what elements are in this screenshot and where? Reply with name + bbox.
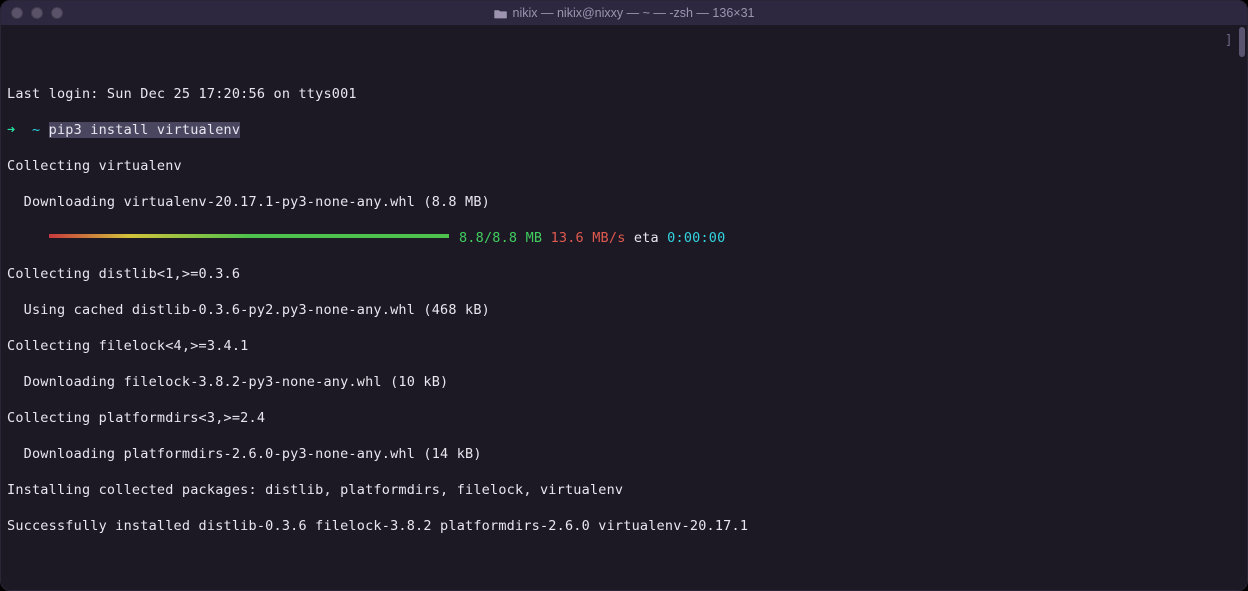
prompt-line-1: ➜ ~ pip3 install virtualenv <box>7 121 1241 139</box>
output-line: Downloading virtualenv-20.17.1-py3-none-… <box>7 193 1241 211</box>
progress-line: 8.8/8.8 MB 13.6 MB/s eta 0:00:00 <box>7 229 1241 247</box>
prompt-cwd: ~ <box>32 122 40 138</box>
output-line: Successfully installed distlib-0.3.6 fil… <box>7 517 1241 535</box>
folder-icon <box>494 8 507 18</box>
output-line: Downloading filelock-3.8.2-py3-none-any.… <box>7 373 1241 391</box>
progress-eta-label: eta <box>634 230 659 246</box>
output-line: Collecting distlib<1,>=0.3.6 <box>7 265 1241 283</box>
progress-bytes: 8.8/8.8 MB <box>459 230 542 246</box>
output-line: Using cached distlib-0.3.6-py2.py3-none-… <box>7 301 1241 319</box>
last-login-line: Last login: Sun Dec 25 17:20:56 on ttys0… <box>7 85 1241 103</box>
output-line: Downloading platformdirs-2.6.0-py3-none-… <box>7 445 1241 463</box>
scrollbar-thumb[interactable] <box>1239 27 1245 57</box>
output-line: Collecting virtualenv <box>7 157 1241 175</box>
window-title: nikix — nikix@nixxy — ~ — -zsh — 136×31 <box>1 4 1247 22</box>
progress-speed: 13.6 MB/s <box>551 230 626 246</box>
terminal-body[interactable]: ] Last login: Sun Dec 25 17:20:56 on tty… <box>1 25 1247 590</box>
prompt-arrow-icon: ➜ <box>7 122 15 138</box>
notice-line-1: [notice] A new release of pip available:… <box>7 589 1241 590</box>
progress-eta: 0:00:00 <box>667 230 725 246</box>
pane-marker: ] <box>1225 31 1233 49</box>
progress-bar <box>49 234 449 238</box>
window-title-text: nikix — nikix@nixxy — ~ — -zsh — 136×31 <box>513 4 755 22</box>
output-line: Collecting filelock<4,>=3.4.1 <box>7 337 1241 355</box>
output-line: Installing collected packages: distlib, … <box>7 481 1241 499</box>
entered-command: pip3 install virtualenv <box>49 122 241 138</box>
terminal-window: nikix — nikix@nixxy — ~ — -zsh — 136×31 … <box>0 0 1248 591</box>
output-line: Collecting platformdirs<3,>=2.4 <box>7 409 1241 427</box>
titlebar[interactable]: nikix — nikix@nixxy — ~ — -zsh — 136×31 <box>1 1 1247 25</box>
blank-line <box>7 553 1241 571</box>
